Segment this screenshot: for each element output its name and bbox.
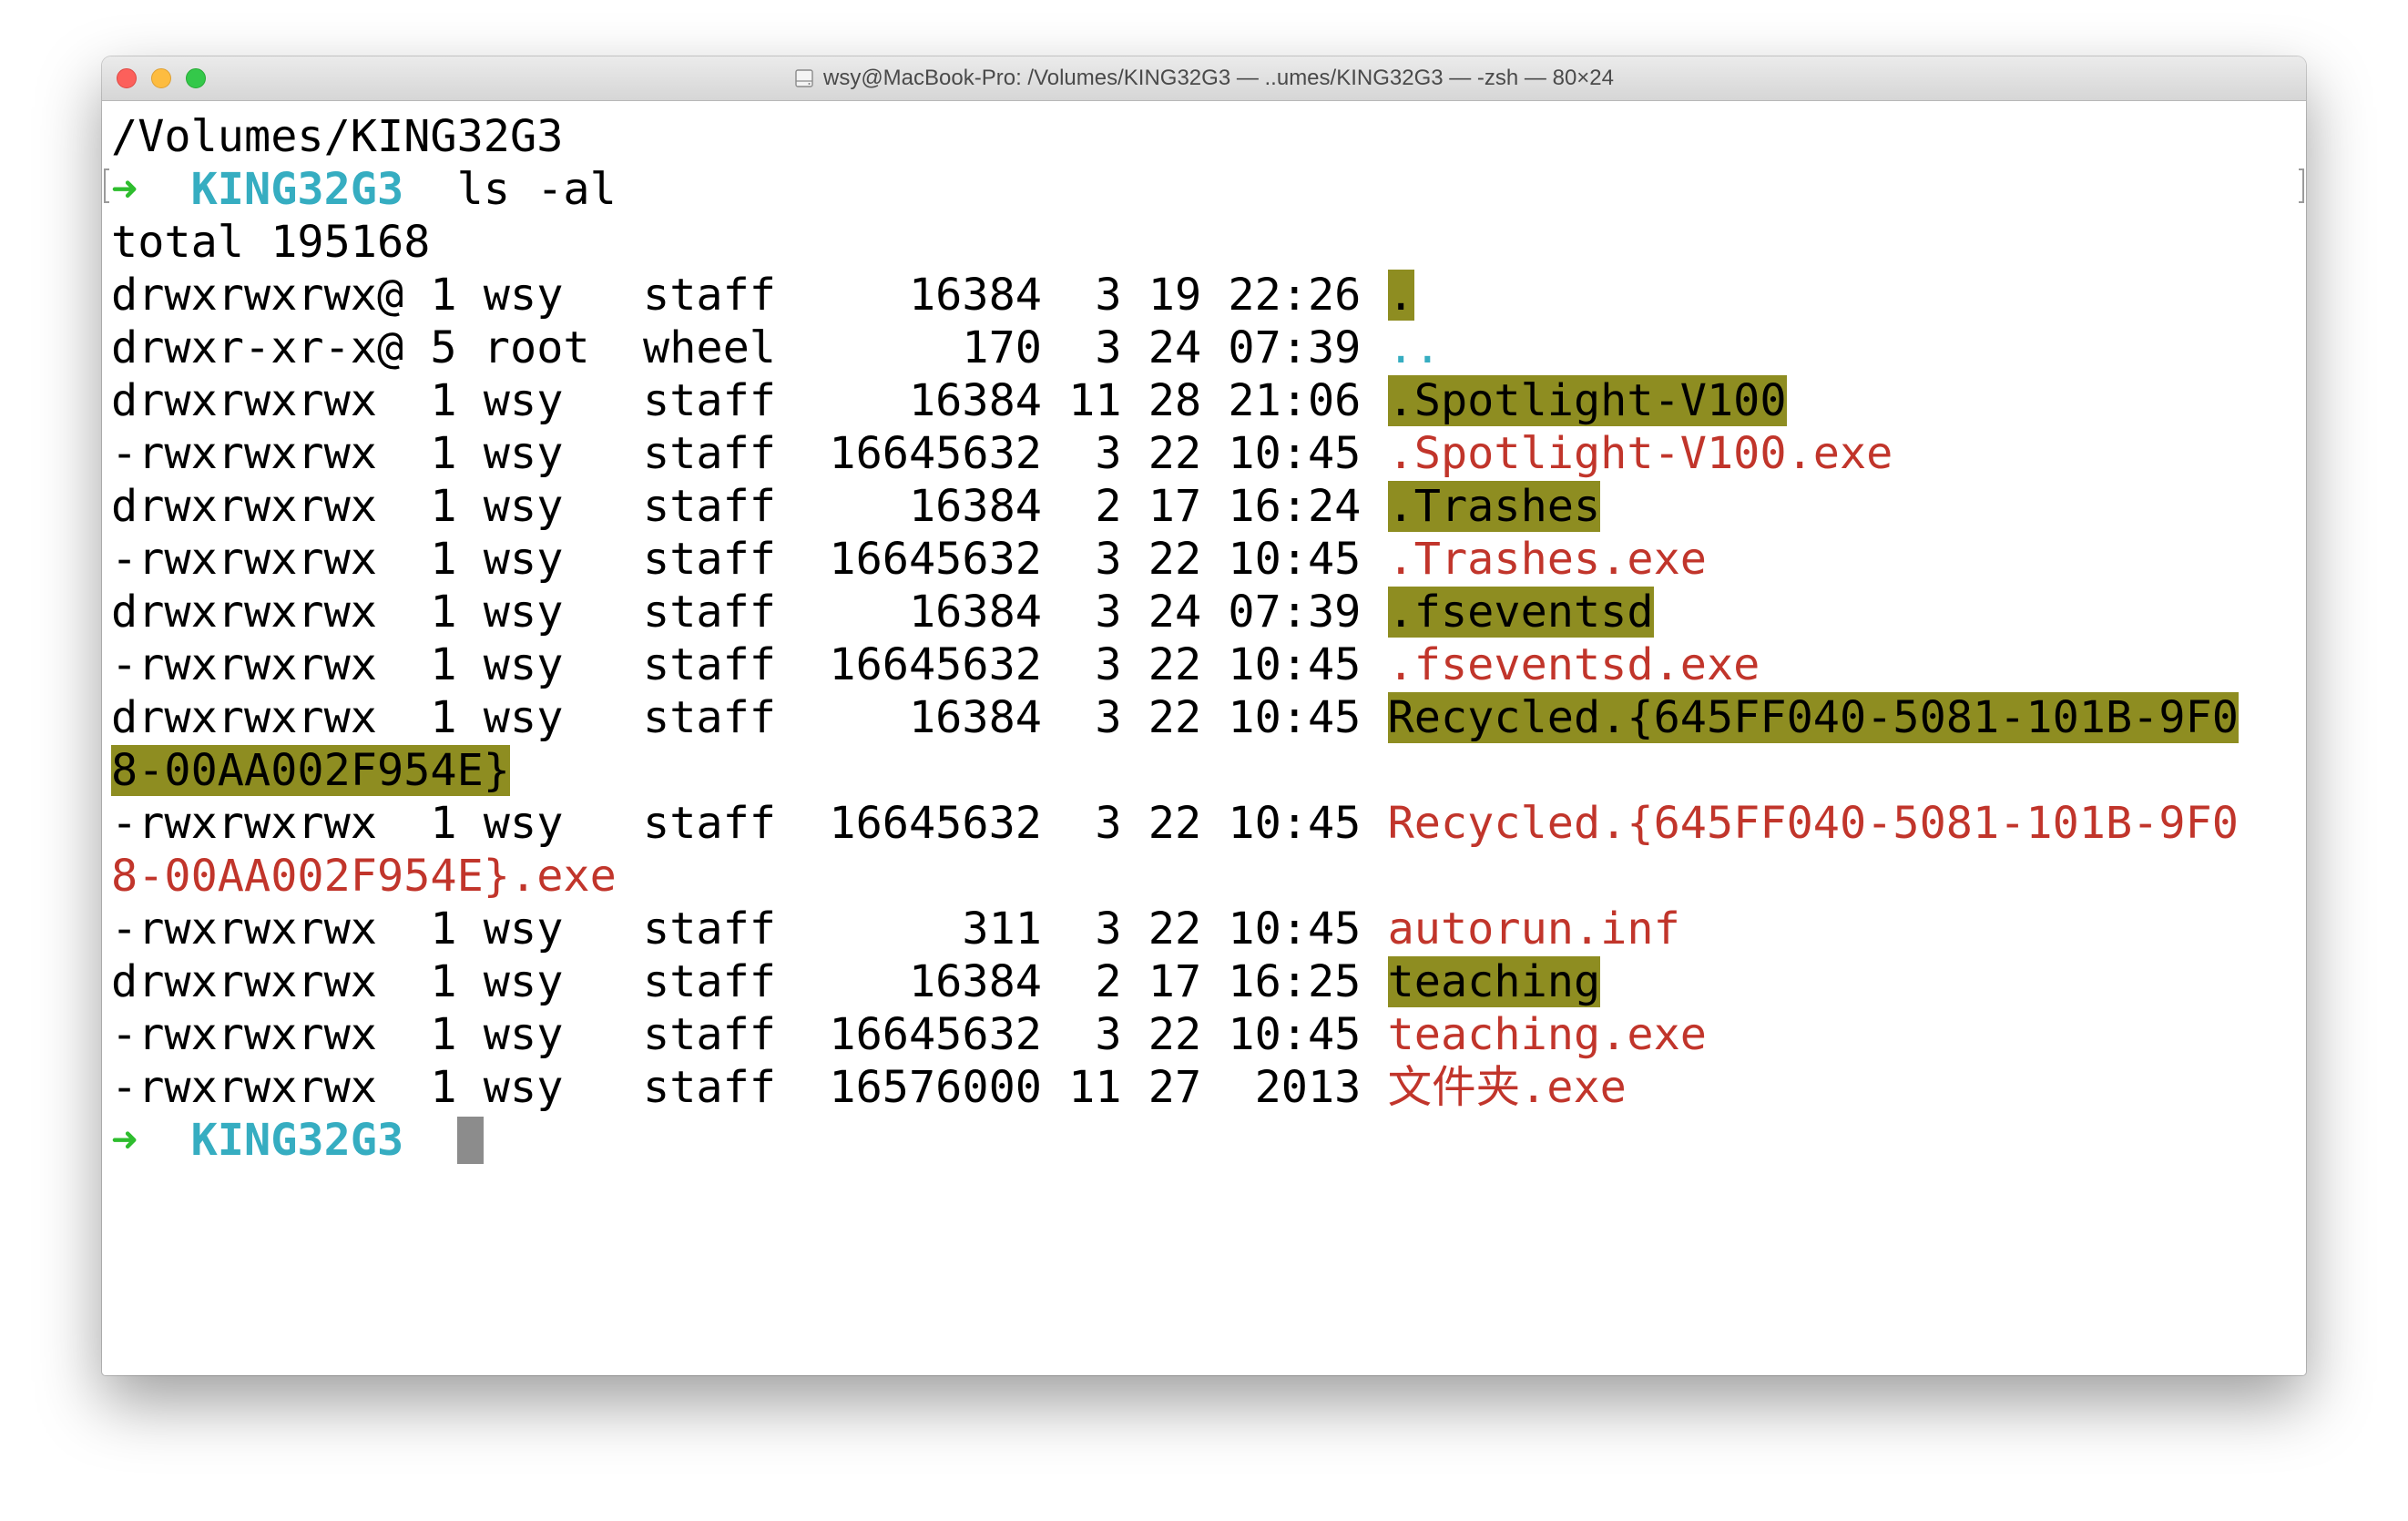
entry-metadata: -rwxrwxrwx 1 wsy staff 16645632 3 22 10:… bbox=[111, 534, 1388, 585]
entry-metadata: drwxrwxrwx@ 1 wsy staff 16384 3 19 22:26 bbox=[111, 270, 1388, 321]
terminal-window[interactable]: wsy@MacBook-Pro: /Volumes/KING32G3 — ..u… bbox=[102, 56, 2306, 1375]
desktop: wsy@MacBook-Pro: /Volumes/KING32G3 — ..u… bbox=[0, 0, 2408, 1521]
cwd-line: /Volumes/KING32G3 bbox=[111, 110, 2306, 163]
entry-name: .Spotlight-V100 bbox=[1387, 375, 1787, 426]
entry-name-wrap: 8-00AA002F954E} bbox=[111, 745, 510, 796]
listing-entries: drwxrwxrwx@ 1 wsy staff 16384 3 19 22:26… bbox=[111, 269, 2306, 1114]
entry-metadata: drwxrwxrwx 1 wsy staff 16384 3 24 07:39 bbox=[111, 587, 1388, 638]
entry-metadata: -rwxrwxrwx 1 wsy staff 16645632 3 22 10:… bbox=[111, 1009, 1388, 1060]
listing-row: drwxrwxrwx 1 wsy staff 16384 3 24 07:39 … bbox=[111, 586, 2306, 638]
entry-name: 文件夹.exe bbox=[1387, 1062, 1627, 1113]
listing-row: drwxr-xr-x@ 5 root wheel 170 3 24 07:39 … bbox=[111, 322, 2306, 374]
terminal-output[interactable]: /Volumes/KING32G3 ➜ KING32G3 ls -al tota… bbox=[102, 101, 2306, 1167]
listing-row-wrap: 8-00AA002F954E}.exe bbox=[111, 850, 2306, 903]
entry-metadata: -rwxrwxrwx 1 wsy staff 16576000 11 27 20… bbox=[111, 1062, 1388, 1113]
listing-row: drwxrwxrwx 1 wsy staff 16384 2 17 16:24 … bbox=[111, 480, 2306, 533]
entry-metadata: drwxr-xr-x@ 5 root wheel 170 3 24 07:39 bbox=[111, 322, 1388, 373]
entry-name: .Trashes bbox=[1387, 481, 1601, 532]
listing-row-wrap: 8-00AA002F954E} bbox=[111, 744, 2306, 797]
listing-row: -rwxrwxrwx 1 wsy staff 16645632 3 22 10:… bbox=[111, 533, 2306, 586]
listing-row: -rwxrwxrwx 1 wsy staff 16645632 3 22 10:… bbox=[111, 797, 2306, 850]
title-bar[interactable]: wsy@MacBook-Pro: /Volumes/KING32G3 — ..u… bbox=[102, 56, 2306, 101]
entry-metadata: drwxrwxrwx 1 wsy staff 16384 11 28 21:06 bbox=[111, 375, 1388, 426]
text-cursor bbox=[456, 1117, 484, 1164]
entry-metadata: drwxrwxrwx 1 wsy staff 16384 2 17 16:24 bbox=[111, 481, 1388, 532]
cwd-text: /Volumes/KING32G3 bbox=[111, 111, 564, 162]
listing-row: -rwxrwxrwx 1 wsy staff 16645632 3 22 10:… bbox=[111, 1008, 2306, 1061]
listing-row: drwxrwxrwx 1 wsy staff 16384 11 28 21:06… bbox=[111, 374, 2306, 427]
listing-row: drwxrwxrwx@ 1 wsy staff 16384 3 19 22:26… bbox=[111, 269, 2306, 322]
entry-metadata: drwxrwxrwx 1 wsy staff 16384 3 22 10:45 bbox=[111, 692, 1388, 743]
prompt-arrow-icon: ➜ bbox=[111, 1115, 138, 1166]
entry-metadata: -rwxrwxrwx 1 wsy staff 311 3 22 10:45 bbox=[111, 903, 1388, 954]
entry-name-wrap: 8-00AA002F954E}.exe bbox=[111, 851, 617, 902]
prompt-directory: KING32G3 bbox=[190, 1115, 404, 1166]
listing-row: -rwxrwxrwx 1 wsy staff 16645632 3 22 10:… bbox=[111, 638, 2306, 691]
listing-row: -rwxrwxrwx 1 wsy staff 16645632 3 22 10:… bbox=[111, 427, 2306, 480]
listing-row: -rwxrwxrwx 1 wsy staff 16576000 11 27 20… bbox=[111, 1061, 2306, 1114]
entry-name: .fseventsd.exe bbox=[1387, 639, 1760, 690]
command-line: ➜ KING32G3 ls -al bbox=[111, 163, 2306, 216]
total-line: total 195168 bbox=[111, 216, 2306, 269]
total-text: total 195168 bbox=[111, 217, 431, 268]
window-title: wsy@MacBook-Pro: /Volumes/KING32G3 — ..u… bbox=[822, 66, 1615, 90]
entry-metadata: -rwxrwxrwx 1 wsy staff 16645632 3 22 10:… bbox=[111, 639, 1388, 690]
entry-name: Recycled.{645FF040-5081-101B-9F0 bbox=[1387, 798, 2239, 849]
entry-metadata: -rwxrwxrwx 1 wsy staff 16645632 3 22 10:… bbox=[111, 798, 1388, 849]
entry-name: .. bbox=[1387, 322, 1441, 373]
listing-row: drwxrwxrwx 1 wsy staff 16384 3 22 10:45 … bbox=[111, 691, 2306, 744]
entry-name: autorun.inf bbox=[1387, 903, 1680, 954]
current-prompt-line[interactable]: ➜ KING32G3 bbox=[111, 1114, 2306, 1167]
listing-row: drwxrwxrwx 1 wsy staff 16384 2 17 16:25 … bbox=[111, 955, 2306, 1008]
listing-row: -rwxrwxrwx 1 wsy staff 311 3 22 10:45 au… bbox=[111, 903, 2306, 955]
command-text: ls -al bbox=[456, 164, 617, 215]
prompt-mark-left bbox=[104, 168, 109, 203]
entry-name: Recycled.{645FF040-5081-101B-9F0 bbox=[1387, 692, 2239, 743]
entry-name: .Spotlight-V100.exe bbox=[1387, 428, 1893, 479]
window-title-wrap: wsy@MacBook-Pro: /Volumes/KING32G3 — ..u… bbox=[102, 56, 2306, 100]
entry-name: .Trashes.exe bbox=[1387, 534, 1707, 585]
prompt-directory: KING32G3 bbox=[190, 164, 404, 215]
entry-name: .fseventsd bbox=[1387, 587, 1654, 638]
entry-name: teaching.exe bbox=[1387, 1009, 1707, 1060]
entry-metadata: drwxrwxrwx 1 wsy staff 16384 2 17 16:25 bbox=[111, 956, 1388, 1007]
entry-name: teaching bbox=[1387, 956, 1601, 1007]
entry-name: . bbox=[1387, 270, 1414, 321]
external-drive-icon bbox=[795, 69, 813, 87]
entry-metadata: -rwxrwxrwx 1 wsy staff 16645632 3 22 10:… bbox=[111, 428, 1388, 479]
prompt-arrow-icon: ➜ bbox=[111, 164, 138, 215]
